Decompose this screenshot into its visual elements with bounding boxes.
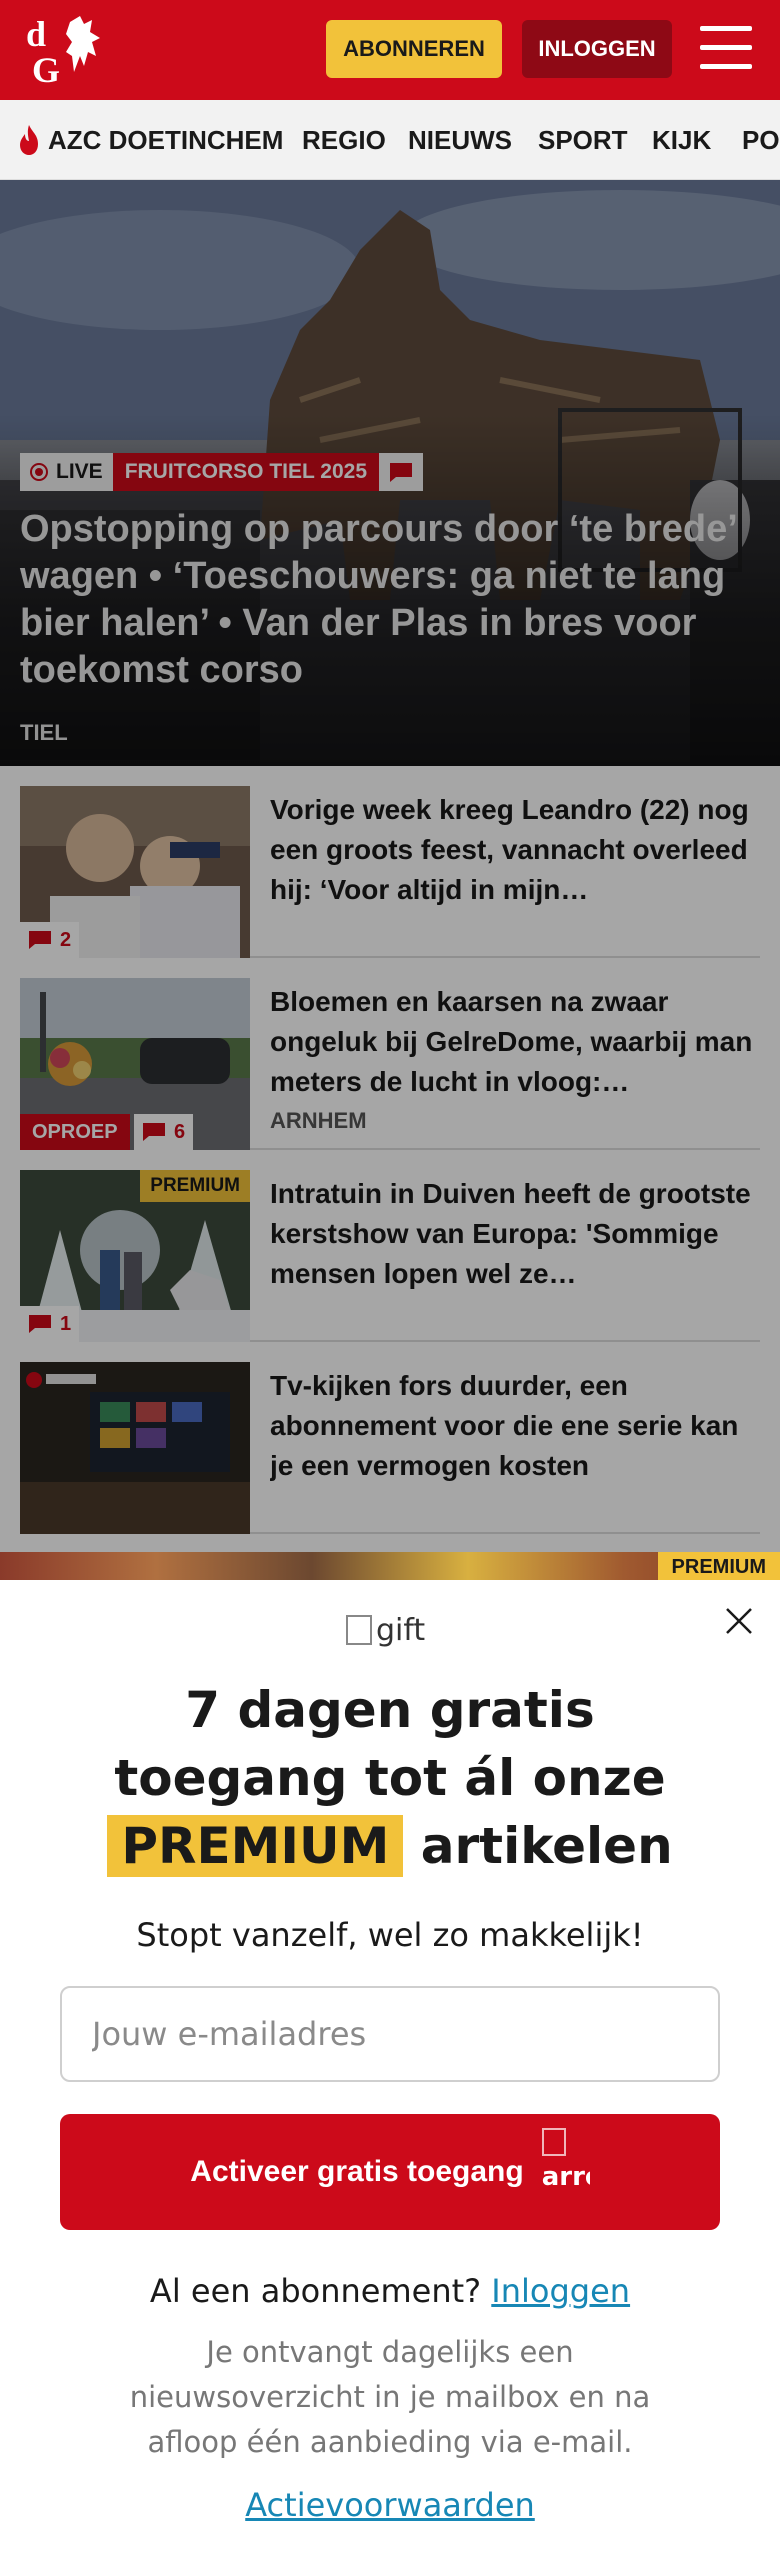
terms-link[interactable]: Actievoorwaarden — [245, 2486, 535, 2524]
arrow-alt-text: arrow right — [541, 2162, 590, 2192]
premium-highlight: PREMIUM — [107, 1815, 404, 1877]
nav-item-nieuws[interactable]: NIEUWS — [408, 100, 512, 179]
article-thumbnail: OPROEP 6 — [20, 978, 250, 1150]
comment-count: 1 — [60, 1312, 72, 1335]
article-thumbnail — [20, 1362, 250, 1534]
comment-icon[interactable] — [379, 453, 424, 491]
offer-headline: 7 dagen gratis toegang tot ál onze PREMI… — [0, 1676, 780, 1880]
nav-item-regio[interactable]: REGIO — [302, 100, 386, 179]
comment-count-badge: 1 — [20, 1306, 80, 1342]
headline-line-2: toegang tot ál onze — [114, 1749, 666, 1807]
comment-icon — [29, 931, 51, 949]
headline-line-1: 7 dagen gratis — [185, 1681, 595, 1739]
premium-badge: PREMIUM — [657, 1552, 780, 1582]
cta-label: Activeer gratis toegang — [190, 2155, 524, 2188]
hero-tags: LIVE FRUITCORSO TIEL 2025 — [20, 453, 424, 491]
login-link[interactable]: Inloggen — [491, 2272, 630, 2310]
comment-count: 2 — [60, 928, 72, 951]
gift-alt-text: gift — [376, 1612, 426, 1648]
broken-image-icon — [346, 1615, 372, 1645]
hero-title[interactable]: Opstopping op parcours door ‘te brede’ w… — [20, 506, 760, 694]
nav-item-kijk[interactable]: KIJK — [652, 100, 711, 179]
headline-tail: artikelen — [420, 1817, 673, 1875]
list-item[interactable]: OPROEP 6 Bloemen en kaarsen na zwaar ong… — [20, 978, 760, 1150]
oproep-label: OPROEP — [32, 1120, 118, 1143]
comment-count-badge: 2 — [20, 922, 80, 958]
subscribe-button[interactable]: ABONNEREN — [326, 20, 502, 78]
hero-article[interactable]: LIVE FRUITCORSO TIEL 2025 Opstopping op … — [0, 180, 780, 766]
category-tag[interactable]: FRUITCORSO TIEL 2025 — [112, 453, 380, 491]
terms-link-wrap: Actievoorwaarden — [0, 2486, 780, 2524]
section-nav: AZC DOETINCHEM REGIO NIEUWS SPORT KIJK P… — [0, 100, 780, 180]
oproep-badge: OPROEP — [20, 1114, 130, 1150]
article-title[interactable]: Vorige week kreeg Leandro (22) nog een g… — [270, 790, 760, 910]
svg-text:G: G — [32, 50, 60, 88]
article-title[interactable]: Bloemen en kaarsen na zwaar ongeluk bij … — [270, 982, 760, 1102]
hamburger-menu-icon[interactable] — [700, 26, 752, 70]
premium-badge: PREMIUM — [140, 1170, 250, 1202]
arrow-right-icon: arrow right — [541, 2122, 590, 2222]
live-label: LIVE — [56, 460, 103, 483]
nav-item-po[interactable]: PO — [742, 100, 780, 179]
already-subscribed: Al een abonnement? Inloggen — [0, 2272, 780, 2310]
already-text: Al een abonnement? — [149, 2272, 482, 2310]
email-input[interactable] — [60, 1986, 720, 2082]
hero-location: TIEL — [20, 720, 68, 745]
offer-subline: Stopt vanzelf, wel zo makkelijk! — [136, 1916, 644, 1954]
list-item[interactable]: PREMIUM 1 Intratuin in Duiven heeft de g… — [20, 1170, 760, 1342]
nav-item-sport[interactable]: SPORT — [538, 100, 628, 179]
close-icon[interactable] — [724, 1606, 754, 1636]
site-header: d G ABONNEREN INLOGGEN — [0, 0, 780, 100]
article-thumbnail: PREMIUM 1 — [20, 1170, 250, 1342]
article-title[interactable]: Tv-kijken fors duurder, een abonnement v… — [270, 1366, 760, 1486]
article-thumbnail: 2 — [20, 786, 250, 958]
headline-line-3: PREMIUM artikelen — [0, 1812, 780, 1880]
live-dot-icon — [30, 463, 48, 481]
list-item[interactable]: 2 Vorige week kreeg Leandro (22) nog een… — [20, 786, 760, 958]
live-badge: LIVE — [20, 453, 113, 491]
gift-icon: gift — [346, 1610, 425, 1650]
activate-free-access-button[interactable]: Activeer gratis toegang arrow right — [60, 2114, 720, 2230]
flame-icon — [20, 125, 38, 155]
site-logo[interactable]: d G — [22, 12, 118, 90]
comment-icon — [29, 1315, 51, 1333]
offer-fineprint: Je ontvangt dagelijks een nieuwsoverzich… — [129, 2335, 651, 2459]
premium-offer-modal: gift 7 dagen gratis toegang tot ál onze … — [0, 1580, 780, 2560]
comment-count-badge: 6 — [134, 1114, 194, 1150]
svg-text:d: d — [26, 14, 46, 54]
nav-item-azc-doetinchem[interactable]: AZC DOETINCHEM — [16, 100, 284, 179]
nav-item-label: AZC DOETINCHEM — [48, 124, 284, 155]
login-button[interactable]: INLOGGEN — [522, 20, 672, 78]
article-location: ARNHEM — [270, 1108, 367, 1133]
list-item[interactable]: Tv-kijken fors duurder, een abonnement v… — [20, 1362, 760, 1534]
comment-icon — [143, 1123, 165, 1141]
comment-count: 6 — [174, 1120, 186, 1143]
article-title[interactable]: Intratuin in Duiven heeft de grootste ke… — [270, 1174, 760, 1294]
